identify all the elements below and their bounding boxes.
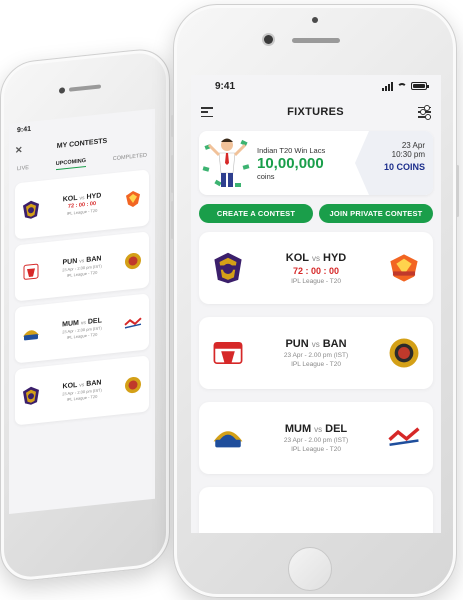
- match-card[interactable]: KOL vs HYD 72 : 00 : 00 IPL League - T20: [199, 232, 433, 304]
- match-info: MUM vs DEL 23 Apr - 2.00 pm (IST) IPL Leag…: [284, 423, 348, 453]
- back-phone-device: 9:41 ✕ MY CONTESTS LIVE UPCOMING COMPLET…: [0, 46, 170, 585]
- punjab-logo-icon: [213, 341, 243, 365]
- tab-upcoming[interactable]: UPCOMING: [55, 157, 86, 170]
- match-teams: MUM vs DEL: [284, 423, 348, 435]
- wifi-icon: [397, 82, 407, 90]
- proximity-sensor: [312, 17, 318, 23]
- front-screen: 9:41 FIXTURES Indian T20 Win Lacs 10,00,…: [191, 75, 441, 533]
- kolkata-logo-icon: [214, 252, 242, 284]
- match-timer: 72 : 00 : 00: [292, 265, 340, 276]
- contest-card[interactable]: KOL vs HYD 72 : 00 : 00 IPL League - T20: [15, 169, 149, 240]
- promo-amount: 10,00,000: [257, 154, 324, 172]
- contest-card[interactable]: PUN vs BAN 23 Apr - 2.00 pm (IST) IPL Leag…: [15, 231, 149, 302]
- back-screen: 9:41 ✕ MY CONTESTS LIVE UPCOMING COMPLET…: [9, 108, 155, 515]
- contest-card[interactable]: MUM vs DEL 23 Apr - 2.00 pm (IST) IPL Leag…: [15, 293, 149, 364]
- match-info: PUN vs BAN 23 Apr - 2.00 pm (IST) IPL Leag…: [284, 338, 348, 368]
- match-card[interactable]: MUM vs DEL 23 Apr - 2.00 pm (IST) IPL Leag…: [199, 402, 433, 474]
- bangalore-logo-icon: [124, 376, 141, 394]
- match-teams: KOL vs HYD: [285, 251, 347, 264]
- delhi-logo-icon: [388, 427, 420, 447]
- front-camera: [264, 35, 273, 44]
- page-title: MY CONTESTS: [56, 137, 108, 150]
- mascot-icon: [202, 138, 250, 187]
- close-icon[interactable]: ✕: [15, 145, 23, 157]
- match-card-partial[interactable]: [199, 487, 433, 533]
- promo-banner[interactable]: Indian T20 Win Lacs 10,00,000 coins 23 A…: [199, 131, 433, 195]
- power-button: [456, 165, 459, 217]
- battery-icon: [411, 82, 429, 90]
- promo-text: Indian T20 Win Lacs 10,00,000 coins: [255, 146, 369, 181]
- filter-icon[interactable]: [417, 105, 431, 119]
- page-title: FIXTURES: [287, 106, 344, 118]
- punjab-logo-icon: [23, 263, 39, 280]
- hyderabad-logo-icon: [390, 254, 418, 282]
- kolkata-logo-icon: [23, 200, 39, 219]
- bangalore-logo-icon: [124, 252, 141, 270]
- match-league: IPL League - T20: [291, 361, 341, 368]
- contest-card[interactable]: KOL vs BAN 23 Apr - 2.00 pm (IST) IPL Leag…: [15, 355, 149, 426]
- promo-date: 23 Apr: [401, 141, 425, 150]
- status-time: 9:41: [215, 80, 236, 92]
- mumbai-logo-icon: [23, 330, 39, 341]
- hyderabad-logo-icon: [126, 191, 140, 208]
- nav-bar: FIXTURES: [191, 97, 441, 127]
- mute-switch: [171, 115, 174, 137]
- volume-up-button: [171, 155, 174, 193]
- front-phone-device: 9:41 FIXTURES Indian T20 Win Lacs 10,00,…: [171, 4, 459, 598]
- volume-down-button: [171, 201, 174, 239]
- tab-completed[interactable]: COMPLETED: [113, 153, 147, 163]
- create-contest-button[interactable]: CREATE A CONTEST: [199, 204, 313, 223]
- promo-schedule: 23 Apr 10:30 pm 10 COINS: [355, 131, 433, 195]
- action-row: CREATE A CONTEST JOIN PRIVATE CONTEST: [191, 195, 441, 232]
- match-date: 23 Apr - 2.00 pm (IST): [283, 352, 349, 359]
- menu-icon[interactable]: [201, 107, 213, 117]
- join-private-contest-button[interactable]: JOIN PRIVATE CONTEST: [319, 204, 433, 223]
- earpiece-speaker: [292, 38, 340, 43]
- promo-illustration: [199, 131, 255, 195]
- mumbai-logo-icon: [213, 431, 243, 448]
- kolkata-logo-icon: [23, 386, 39, 405]
- status-bar: 9:41: [191, 75, 441, 97]
- match-info: KOL vs HYD 72 : 00 : 00 IPL League - T20: [286, 252, 346, 285]
- signal-icon: [382, 81, 393, 91]
- tab-live[interactable]: LIVE: [17, 165, 29, 172]
- bangalore-logo-icon: [389, 338, 419, 368]
- promo-title: Indian T20 Win Lacs: [257, 145, 326, 155]
- match-league: IPL League - T20: [291, 446, 341, 453]
- status-icons: [382, 81, 429, 91]
- delhi-logo-icon: [124, 317, 142, 329]
- home-button: [288, 547, 332, 591]
- promo-coins: 10 COINS: [383, 162, 425, 172]
- match-league: IPL League - T20: [291, 277, 341, 285]
- earpiece-speaker: [69, 84, 101, 92]
- match-card[interactable]: PUN vs BAN 23 Apr - 2.00 pm (IST) IPL Leag…: [199, 317, 433, 389]
- match-teams: PUN vs BAN: [285, 338, 347, 350]
- promo-time: 10:30 pm: [391, 150, 425, 159]
- promo-unit: coins: [257, 171, 275, 181]
- front-sensor: [59, 87, 65, 94]
- match-date: 23 Apr - 2.00 pm (IST): [283, 437, 349, 444]
